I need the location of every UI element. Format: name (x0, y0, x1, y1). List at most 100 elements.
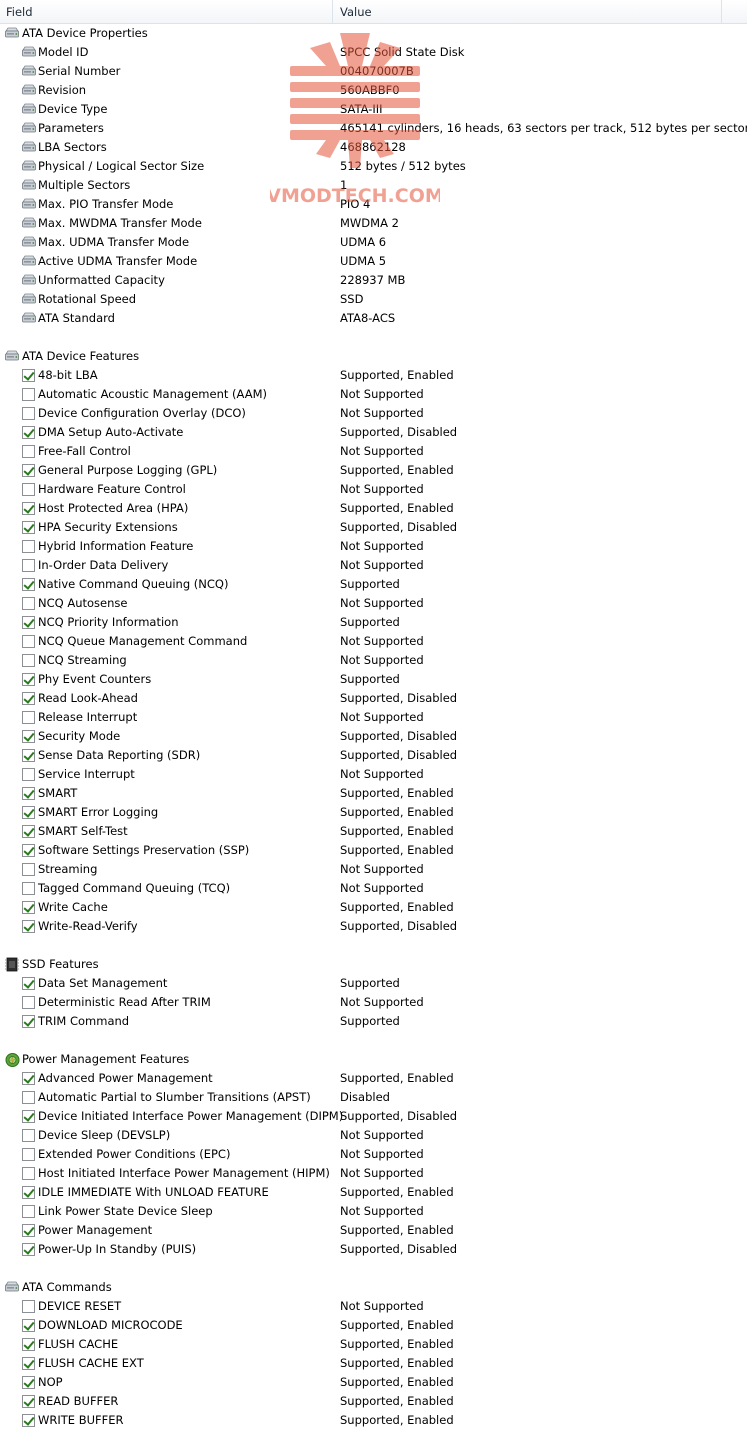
property-row[interactable]: Advanced Power Management Supported, Ena… (0, 1069, 747, 1088)
property-row[interactable]: Automatic Partial to Slumber Transitions… (0, 1088, 747, 1107)
property-row[interactable]: DOWNLOAD MICROCODE Supported, Enabled (0, 1316, 747, 1335)
property-row[interactable]: Revision 560ABBF0 (0, 81, 747, 100)
property-row[interactable]: Extended Power Conditions (EPC) Not Supp… (0, 1145, 747, 1164)
property-row[interactable]: LBA Sectors 468862128 (0, 138, 747, 157)
property-row[interactable]: SMART Supported, Enabled (0, 784, 747, 803)
property-row[interactable]: Host Initiated Interface Power Managemen… (0, 1164, 747, 1183)
property-row[interactable]: Rotational Speed SSD (0, 290, 747, 309)
property-row[interactable]: Security Mode Supported, Disabled (0, 727, 747, 746)
field-icon-wrap (21, 45, 36, 60)
group-icon-wrap (4, 1052, 20, 1067)
property-row[interactable]: Device Configuration Overlay (DCO) Not S… (0, 404, 747, 423)
field-value: 468862128 (340, 140, 406, 154)
checked-checkbox-icon (22, 673, 35, 686)
property-row[interactable]: Read Look-Ahead Supported, Disabled (0, 689, 747, 708)
property-row[interactable]: SMART Self-Test Supported, Enabled (0, 822, 747, 841)
unchecked-checkbox-icon (22, 768, 35, 781)
property-row[interactable]: FLUSH CACHE EXT Supported, Enabled (0, 1354, 747, 1373)
property-row[interactable]: IDLE IMMEDIATE With UNLOAD FEATURE Suppo… (0, 1183, 747, 1202)
checked-checkbox-icon (22, 977, 35, 990)
property-row[interactable]: SMART Error Logging Supported, Enabled (0, 803, 747, 822)
group-header[interactable]: SSD Features (0, 955, 747, 974)
property-row[interactable]: Max. PIO Transfer Mode PIO 4 (0, 195, 747, 214)
property-row[interactable]: Active UDMA Transfer Mode UDMA 5 (0, 252, 747, 271)
property-row[interactable]: Multiple Sectors 1 (0, 176, 747, 195)
drive-icon (22, 255, 36, 266)
property-row[interactable]: Link Power State Device Sleep Not Suppor… (0, 1202, 747, 1221)
group-header[interactable]: ATA Device Features (0, 347, 747, 366)
field-label: LBA Sectors (38, 140, 107, 154)
field-label: Tagged Command Queuing (TCQ) (38, 881, 231, 895)
property-row[interactable]: DMA Setup Auto-Activate Supported, Disab… (0, 423, 747, 442)
property-row[interactable]: HPA Security Extensions Supported, Disab… (0, 518, 747, 537)
property-row[interactable]: Hardware Feature Control Not Supported (0, 480, 747, 499)
property-row[interactable]: Tagged Command Queuing (TCQ) Not Support… (0, 879, 747, 898)
property-row[interactable]: Data Set Management Supported (0, 974, 747, 993)
field-icon-wrap (21, 1394, 36, 1409)
property-row[interactable]: Serial Number 004070007B (0, 62, 747, 81)
property-row[interactable]: Max. UDMA Transfer Mode UDMA 6 (0, 233, 747, 252)
checked-checkbox-icon (22, 426, 35, 439)
property-row[interactable]: Power Management Supported, Enabled (0, 1221, 747, 1240)
group-header[interactable]: ATA Device Properties (0, 24, 747, 43)
property-row[interactable]: Model ID SPCC Solid State Disk (0, 43, 747, 62)
field-icon-wrap (21, 672, 36, 687)
property-row[interactable]: Software Settings Preservation (SSP) Sup… (0, 841, 747, 860)
property-row[interactable]: 48-bit LBA Supported, Enabled (0, 366, 747, 385)
field-label: Phy Event Counters (38, 672, 152, 686)
property-row[interactable]: Max. MWDMA Transfer Mode MWDMA 2 (0, 214, 747, 233)
property-row[interactable]: General Purpose Logging (GPL) Supported,… (0, 461, 747, 480)
checked-checkbox-icon (22, 502, 35, 515)
field-label: SMART Self-Test (38, 824, 128, 838)
property-row[interactable]: NOP Supported, Enabled (0, 1373, 747, 1392)
property-row[interactable]: Service Interrupt Not Supported (0, 765, 747, 784)
power-management-icon (5, 1053, 20, 1067)
property-row[interactable]: Sense Data Reporting (SDR) Supported, Di… (0, 746, 747, 765)
field-icon-wrap (21, 254, 36, 269)
property-row[interactable]: NCQ Streaming Not Supported (0, 651, 747, 670)
property-row[interactable]: Device Sleep (DEVSLP) Not Supported (0, 1126, 747, 1145)
unchecked-checkbox-icon (22, 711, 35, 724)
property-row[interactable]: FLUSH CACHE Supported, Enabled (0, 1335, 747, 1354)
group-header[interactable]: ATA Commands (0, 1278, 747, 1297)
property-row[interactable]: Host Protected Area (HPA) Supported, Ena… (0, 499, 747, 518)
field-label: Free-Fall Control (38, 444, 131, 458)
field-label: Hardware Feature Control (38, 482, 186, 496)
field-value: Supported, Enabled (340, 501, 454, 515)
field-label: Power-Up In Standby (PUIS) (38, 1242, 197, 1256)
property-row[interactable]: In-Order Data Delivery Not Supported (0, 556, 747, 575)
property-row[interactable]: Write-Read-Verify Supported, Disabled (0, 917, 747, 936)
property-row[interactable]: NCQ Queue Management Command Not Support… (0, 632, 747, 651)
property-row[interactable]: Streaming Not Supported (0, 860, 747, 879)
field-label: 48-bit LBA (38, 368, 98, 382)
property-row[interactable]: Hybrid Information Feature Not Supported (0, 537, 747, 556)
value-column-header[interactable]: Value (334, 0, 722, 24)
property-row[interactable]: Free-Fall Control Not Supported (0, 442, 747, 461)
property-row[interactable]: Deterministic Read After TRIM Not Suppor… (0, 993, 747, 1012)
property-row[interactable]: Device Initiated Interface Power Managem… (0, 1107, 747, 1126)
field-label: READ BUFFER (38, 1394, 119, 1408)
group-header[interactable]: Power Management Features (0, 1050, 747, 1069)
group-label: Power Management Features (22, 1052, 190, 1066)
property-row[interactable]: READ BUFFER Supported, Enabled (0, 1392, 747, 1411)
property-row[interactable]: Unformatted Capacity 228937 MB (0, 271, 747, 290)
property-row[interactable]: Phy Event Counters Supported (0, 670, 747, 689)
property-row[interactable]: NCQ Autosense Not Supported (0, 594, 747, 613)
property-row[interactable]: Native Command Queuing (NCQ) Supported (0, 575, 747, 594)
property-row[interactable]: NCQ Priority Information Supported (0, 613, 747, 632)
property-row[interactable]: ATA Standard ATA8-ACS (0, 309, 747, 328)
unchecked-checkbox-icon (22, 540, 35, 553)
property-row[interactable]: Parameters 465141 cylinders, 16 heads, 6… (0, 119, 747, 138)
property-row[interactable]: DEVICE RESET Not Supported (0, 1297, 747, 1316)
property-row[interactable]: Release Interrupt Not Supported (0, 708, 747, 727)
property-row[interactable]: WRITE BUFFER Supported, Enabled (0, 1411, 747, 1430)
property-row[interactable]: Physical / Logical Sector Size 512 bytes… (0, 157, 747, 176)
property-row[interactable]: Write Cache Supported, Enabled (0, 898, 747, 917)
property-row[interactable]: Automatic Acoustic Management (AAM) Not … (0, 385, 747, 404)
drive-icon (22, 65, 36, 76)
field-column-header[interactable]: Field (0, 0, 333, 24)
property-row[interactable]: Power-Up In Standby (PUIS) Supported, Di… (0, 1240, 747, 1259)
property-row[interactable]: TRIM Command Supported (0, 1012, 747, 1031)
property-row[interactable]: Device Type SATA-III (0, 100, 747, 119)
